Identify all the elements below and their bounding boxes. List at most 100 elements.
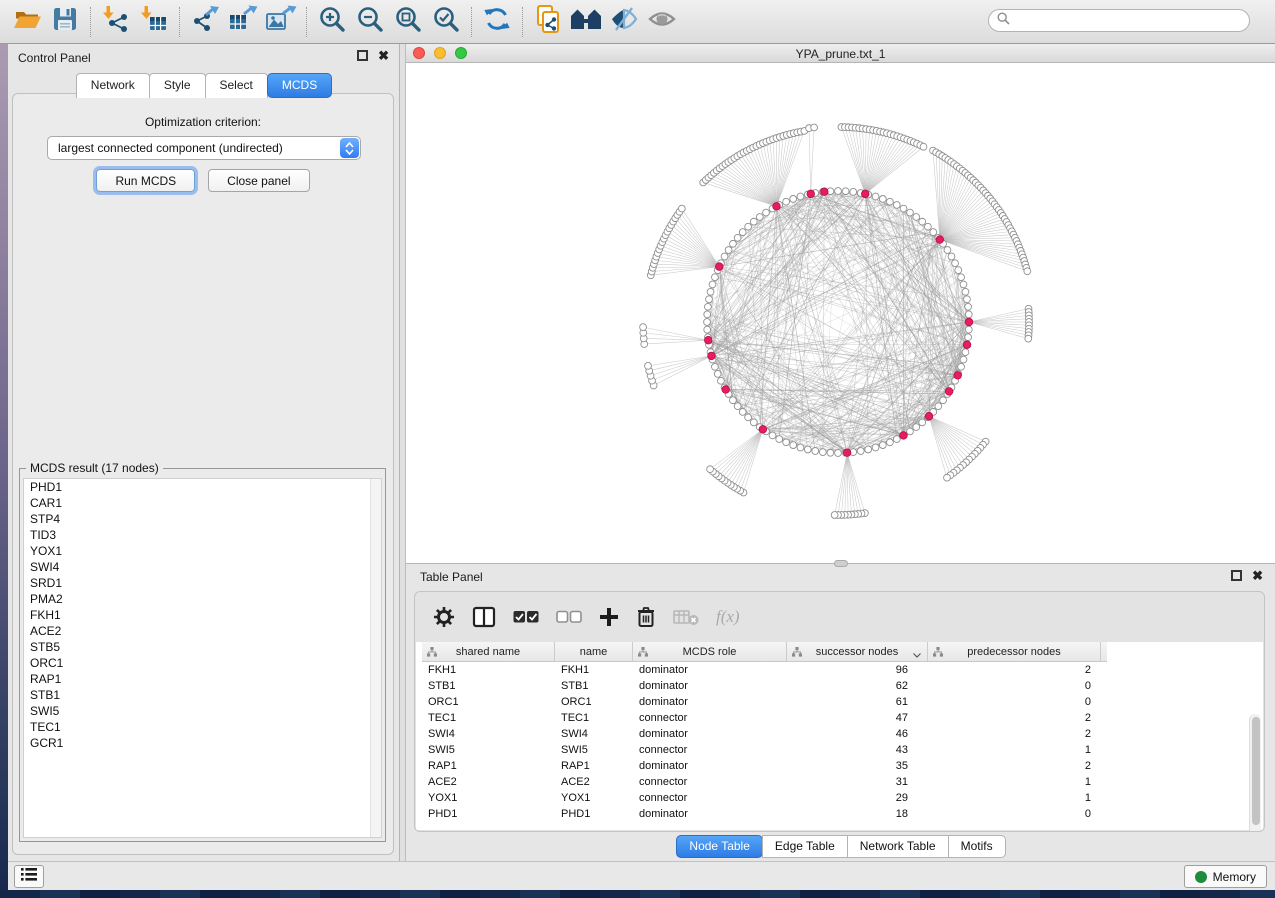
zoom-out-button[interactable] bbox=[351, 4, 389, 40]
clone-network-button[interactable] bbox=[529, 4, 567, 40]
mcds-result-item[interactable]: PHD1 bbox=[24, 479, 381, 495]
mcds-result-item[interactable]: RAP1 bbox=[24, 671, 381, 687]
cell-successor_nodes: 96 bbox=[787, 662, 928, 678]
table-row[interactable]: YOX1YOX1connector291 bbox=[422, 790, 1263, 806]
column-header-name[interactable]: name bbox=[555, 642, 633, 661]
search-box[interactable] bbox=[988, 9, 1250, 32]
tab-edge-table[interactable]: Edge Table bbox=[762, 835, 848, 858]
table-row[interactable]: PHD1PHD1dominator180 bbox=[422, 806, 1263, 822]
cell-mcds_role: dominator bbox=[633, 758, 787, 774]
hide-graphics-details-button[interactable] bbox=[605, 4, 643, 40]
cell-predecessor_nodes: 1 bbox=[928, 790, 1101, 806]
cell-successor_nodes: 18 bbox=[787, 806, 928, 822]
delete-rows-button[interactable] bbox=[636, 606, 656, 628]
cell-shared_name: RAP1 bbox=[422, 758, 555, 774]
mcds-result-item[interactable]: SRD1 bbox=[24, 575, 381, 591]
mcds-result-item[interactable]: STB1 bbox=[24, 687, 381, 703]
cytoscape-app-window: Control Panel ✖ Network Style Select MCD… bbox=[0, 0, 1275, 898]
refresh-view-button[interactable] bbox=[478, 4, 516, 40]
memory-button[interactable]: Memory bbox=[1184, 865, 1267, 888]
cell-predecessor_nodes: 2 bbox=[928, 662, 1101, 678]
table-row[interactable]: TEC1TEC1connector472 bbox=[422, 710, 1263, 726]
table-row[interactable]: SWI4SWI4dominator462 bbox=[422, 726, 1263, 742]
search-input[interactable] bbox=[1010, 12, 1249, 30]
cell-shared_name: SWI5 bbox=[422, 742, 555, 758]
save-session-button[interactable] bbox=[46, 4, 84, 40]
mcds-result-item[interactable]: TID3 bbox=[24, 527, 381, 543]
export-table-button[interactable] bbox=[224, 4, 262, 40]
column-header-MCDS-role[interactable]: MCDS role bbox=[633, 642, 787, 661]
table-row[interactable]: ORC1ORC1dominator610 bbox=[422, 694, 1263, 710]
column-label: successor nodes bbox=[816, 646, 899, 658]
select-all-checkboxes-button[interactable] bbox=[513, 610, 539, 624]
run-mcds-button[interactable]: Run MCDS bbox=[96, 169, 195, 192]
mcds-result-item[interactable]: ACE2 bbox=[24, 623, 381, 639]
mcds-result-item[interactable]: SWI5 bbox=[24, 703, 381, 719]
tab-motifs[interactable]: Motifs bbox=[948, 835, 1006, 858]
mcds-result-item[interactable]: TEC1 bbox=[24, 719, 381, 735]
mcds-result-item[interactable]: FKH1 bbox=[24, 607, 381, 623]
zoom-fit-button[interactable] bbox=[389, 4, 427, 40]
splitter-handle[interactable] bbox=[834, 560, 848, 567]
mcds-result-item[interactable]: ORC1 bbox=[24, 655, 381, 671]
zoom-in-button[interactable] bbox=[313, 4, 351, 40]
table-settings-button[interactable] bbox=[433, 606, 455, 628]
tab-network-table[interactable]: Network Table bbox=[847, 835, 949, 858]
cell-mcds_role: dominator bbox=[633, 694, 787, 710]
show-columns-button[interactable] bbox=[472, 606, 496, 628]
zoom-selected-button[interactable] bbox=[427, 4, 465, 40]
export-image-button[interactable] bbox=[262, 4, 300, 40]
float-table-panel-icon[interactable] bbox=[1231, 570, 1242, 581]
mcds-result-item[interactable]: PMA2 bbox=[24, 591, 381, 607]
table-row[interactable]: RAP1RAP1dominator352 bbox=[422, 758, 1263, 774]
close-panel-button[interactable]: Close panel bbox=[208, 169, 309, 192]
table-scrollbar-thumb[interactable] bbox=[1252, 717, 1260, 825]
float-panel-icon[interactable] bbox=[357, 50, 368, 61]
table-toolbar: f(x) bbox=[415, 592, 1264, 642]
column-header-successor-nodes[interactable]: successor nodes bbox=[787, 642, 928, 661]
mcds-list-scrollbar[interactable] bbox=[370, 479, 381, 837]
import-table-button[interactable] bbox=[135, 4, 173, 40]
mcds-result-list: PHD1CAR1STP4TID3YOX1SWI4SRD1PMA2FKH1ACE2… bbox=[23, 478, 382, 838]
sort-chevron-icon[interactable] bbox=[913, 649, 921, 661]
clear-all-checkboxes-button[interactable] bbox=[556, 610, 582, 624]
tab-select[interactable]: Select bbox=[205, 73, 268, 98]
tab-node-table[interactable]: Node Table bbox=[676, 835, 763, 858]
criterion-dropdown[interactable]: largest connected component (undirected) bbox=[47, 136, 361, 160]
delete-table-button[interactable] bbox=[673, 608, 699, 626]
tab-mcds[interactable]: MCDS bbox=[267, 73, 332, 98]
open-file-button[interactable] bbox=[8, 4, 46, 40]
add-row-button[interactable] bbox=[599, 607, 619, 627]
mcds-result-item[interactable]: GCR1 bbox=[24, 735, 381, 751]
table-row[interactable]: FKH1FKH1dominator962 bbox=[422, 662, 1263, 678]
close-panel-icon[interactable]: ✖ bbox=[378, 50, 389, 61]
network-canvas[interactable] bbox=[406, 63, 1275, 563]
function-builder-button[interactable]: f(x) bbox=[716, 607, 740, 627]
cell-predecessor_nodes: 2 bbox=[928, 710, 1101, 726]
table-scrollbar[interactable] bbox=[1249, 714, 1261, 832]
mcds-result-item[interactable]: STB5 bbox=[24, 639, 381, 655]
cell-name: PHD1 bbox=[555, 806, 633, 822]
network-overview-button[interactable] bbox=[567, 4, 605, 40]
export-network-button[interactable] bbox=[186, 4, 224, 40]
tab-style[interactable]: Style bbox=[149, 73, 206, 98]
column-header-predecessor-nodes[interactable]: predecessor nodes bbox=[928, 642, 1101, 661]
task-history-button[interactable] bbox=[14, 865, 44, 888]
mcds-result-item[interactable]: YOX1 bbox=[24, 543, 381, 559]
mcds-result-item[interactable]: SWI4 bbox=[24, 559, 381, 575]
network-window-titlebar[interactable]: YPA_prune.txt_1 bbox=[406, 44, 1275, 63]
tab-network[interactable]: Network bbox=[76, 73, 150, 98]
cell-predecessor_nodes: 0 bbox=[928, 806, 1101, 822]
zoom-in-icon bbox=[318, 5, 346, 38]
table-row[interactable]: SWI5SWI5connector431 bbox=[422, 742, 1263, 758]
import-network-button[interactable] bbox=[97, 4, 135, 40]
close-table-panel-icon[interactable]: ✖ bbox=[1252, 570, 1263, 581]
table-row[interactable]: ACE2ACE2connector311 bbox=[422, 774, 1263, 790]
network-graph[interactable] bbox=[406, 63, 1275, 563]
column-header-shared-name[interactable]: shared name bbox=[422, 642, 555, 661]
export-network-icon bbox=[190, 5, 220, 38]
mcds-result-item[interactable]: STP4 bbox=[24, 511, 381, 527]
mcds-result-item[interactable]: CAR1 bbox=[24, 495, 381, 511]
table-row[interactable]: STB1STB1dominator620 bbox=[422, 678, 1263, 694]
show-graphics-details-button[interactable] bbox=[643, 4, 681, 40]
